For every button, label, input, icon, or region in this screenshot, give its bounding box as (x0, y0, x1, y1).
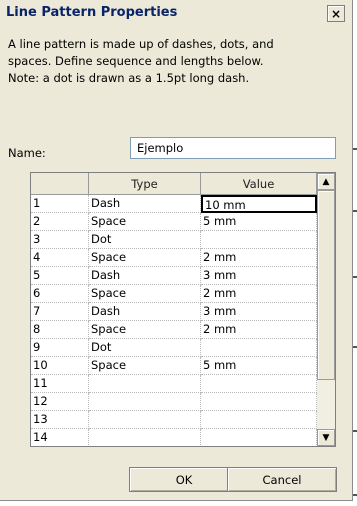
value-cell[interactable] (201, 375, 317, 393)
close-button[interactable]: × (327, 5, 345, 22)
name-input[interactable] (130, 137, 336, 159)
background-edge (353, 346, 357, 348)
table-row[interactable]: 12 (31, 393, 317, 411)
row-number-cell: 9 (31, 339, 89, 357)
row-number-cell: 10 (31, 357, 89, 375)
type-cell[interactable] (89, 429, 201, 446)
table-row[interactable]: 11 (31, 375, 317, 393)
value-cell[interactable]: 2 mm (201, 285, 317, 303)
row-number-cell: 12 (31, 393, 89, 411)
background-edge (353, 276, 357, 278)
pattern-grid: Type Value 1 Dash 10 mm 2 Space 5 mm 3 Dot 4 Spac… (30, 172, 336, 447)
grid-header-value[interactable]: Value (201, 173, 317, 195)
row-number-cell: 14 (31, 429, 89, 446)
type-cell[interactable] (89, 393, 201, 411)
value-cell[interactable] (201, 339, 317, 357)
type-cell[interactable] (89, 375, 201, 393)
type-cell[interactable]: Dot (89, 231, 201, 249)
row-number-cell: 7 (31, 303, 89, 321)
table-row[interactable]: 14 (31, 429, 317, 446)
arrow-down-icon: ▼ (322, 432, 330, 443)
type-cell[interactable]: Space (89, 249, 201, 267)
table-row[interactable]: 6 Space 2 mm (31, 285, 317, 303)
background-edge (353, 148, 357, 150)
description-line: spaces. Define sequence and lengths belo… (8, 54, 264, 68)
arrow-up-icon: ▲ (322, 176, 330, 187)
row-number-cell: 8 (31, 321, 89, 339)
window-title: Line Pattern Properties (6, 5, 178, 20)
value-cell[interactable]: 10 mm (201, 195, 317, 213)
background-edge (353, 430, 357, 432)
table-row[interactable]: 13 (31, 411, 317, 429)
table-row[interactable]: 3 Dot (31, 231, 317, 249)
grid-header-number (31, 173, 89, 195)
close-icon: × (330, 6, 342, 21)
table-row[interactable]: 7 Dash 3 mm (31, 303, 317, 321)
value-cell[interactable] (201, 411, 317, 429)
value-cell[interactable] (201, 429, 317, 446)
row-number-cell: 4 (31, 249, 89, 267)
row-number-cell: 2 (31, 213, 89, 231)
table-row[interactable]: 10 Space 5 mm (31, 357, 317, 375)
row-number-cell: 11 (31, 375, 89, 393)
table-row[interactable]: 2 Space 5 mm (31, 213, 317, 231)
table-row[interactable]: 9 Dot (31, 339, 317, 357)
background-edge (353, 494, 357, 496)
value-cell[interactable] (201, 231, 317, 249)
row-number-cell: 1 (31, 195, 89, 213)
value-cell[interactable]: 3 mm (201, 267, 317, 285)
value-cell[interactable]: 2 mm (201, 321, 317, 339)
table-row[interactable]: 1 Dash 10 mm (31, 195, 317, 213)
type-cell[interactable]: Dash (89, 195, 201, 213)
type-cell[interactable]: Space (89, 285, 201, 303)
scroll-thumb[interactable] (317, 190, 335, 380)
row-number-cell: 3 (31, 231, 89, 249)
ok-button[interactable]: OK (129, 467, 239, 492)
table-row[interactable]: 5 Dash 3 mm (31, 267, 317, 285)
background-edge (353, 210, 357, 212)
table-row[interactable]: 8 Space 2 mm (31, 321, 317, 339)
table-row[interactable]: 4 Space 2 mm (31, 249, 317, 267)
title-bar: Line Pattern Properties × (0, 0, 352, 26)
value-cell[interactable]: 5 mm (201, 213, 317, 231)
cancel-button[interactable]: Cancel (227, 467, 337, 492)
name-label: Name: (8, 146, 46, 160)
row-number-cell: 13 (31, 411, 89, 429)
type-cell[interactable]: Space (89, 321, 201, 339)
description-line: A line pattern is made up of dashes, dot… (8, 37, 274, 51)
value-cell[interactable]: 5 mm (201, 357, 317, 375)
value-cell[interactable]: 3 mm (201, 303, 317, 321)
type-cell[interactable] (89, 411, 201, 429)
type-cell[interactable]: Space (89, 357, 201, 375)
scroll-up-button[interactable]: ▲ (317, 173, 335, 190)
vertical-scrollbar[interactable]: ▲ ▼ (317, 173, 335, 446)
type-cell[interactable]: Dash (89, 267, 201, 285)
description-line: Note: a dot is drawn as a 1.5pt long das… (8, 71, 250, 85)
type-cell[interactable]: Space (89, 213, 201, 231)
type-cell[interactable]: Dot (89, 339, 201, 357)
type-cell[interactable]: Dash (89, 303, 201, 321)
line-pattern-dialog: Line Pattern Properties × A line pattern… (0, 0, 353, 501)
row-number-cell: 5 (31, 267, 89, 285)
row-number-cell: 6 (31, 285, 89, 303)
description-text: A line pattern is made up of dashes, dot… (8, 36, 338, 87)
value-cell[interactable]: 2 mm (201, 249, 317, 267)
grid-header-type[interactable]: Type (89, 173, 201, 195)
scroll-down-button[interactable]: ▼ (317, 429, 335, 446)
value-cell[interactable] (201, 393, 317, 411)
